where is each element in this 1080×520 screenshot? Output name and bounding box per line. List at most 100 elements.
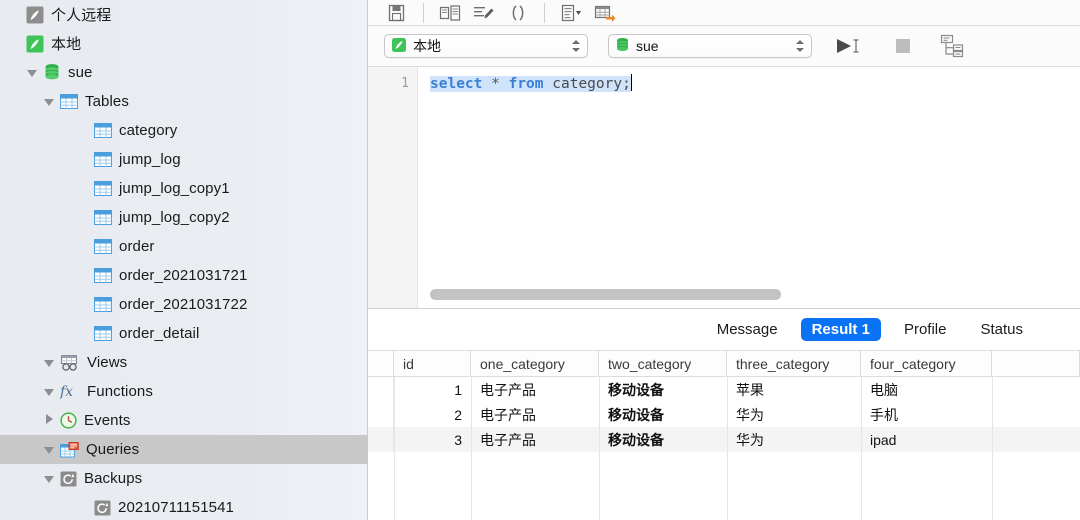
tab-message[interactable]: Message (706, 318, 789, 341)
brackets-icon[interactable] (501, 0, 535, 25)
database-icon (43, 63, 61, 82)
cell-id[interactable]: 3 (394, 427, 471, 452)
sidebar-item-tables[interactable]: Tables (0, 87, 367, 116)
cell-four_category[interactable]: 手机 (861, 402, 992, 427)
column-header-three_category[interactable]: three_category (727, 351, 861, 376)
result-grid-header[interactable]: id one_category two_category three_category… (368, 350, 1080, 377)
chevron-down-icon[interactable] (43, 95, 56, 108)
explain-plan-button[interactable] (940, 34, 966, 58)
sql-editor[interactable]: 1 select * from category; (368, 67, 1080, 308)
cell-three_category[interactable]: 华为 (727, 427, 861, 452)
chevron-down-icon[interactable] (26, 66, 39, 79)
row-header-corner (368, 351, 394, 376)
row-header-cell[interactable] (368, 402, 394, 427)
cell-two_category[interactable]: 移动设备 (599, 377, 727, 402)
cell-one_category[interactable]: 电子产品 (471, 427, 599, 452)
sidebar-item-order_2021031721[interactable]: order_2021031721 (0, 261, 367, 290)
editor-toolbar[interactable] (368, 0, 1080, 26)
connection-toolbar[interactable]: 本地 sue (368, 26, 1080, 67)
save-icon[interactable] (380, 0, 414, 25)
compare-panes-icon[interactable] (433, 0, 467, 25)
sidebar-item-label: Functions (87, 383, 153, 400)
run-query-button[interactable] (834, 36, 864, 56)
cell-three_category[interactable]: 华为 (727, 402, 861, 427)
sidebar-item-jump_log_copy1[interactable]: jump_log_copy1 (0, 174, 367, 203)
cell-one_category[interactable]: 电子产品 (471, 377, 599, 402)
cell-four_category[interactable]: ipad (861, 427, 992, 452)
document-dropdown-icon[interactable] (554, 0, 588, 25)
tab-status[interactable]: Status (969, 318, 1034, 341)
cell-id[interactable]: 1 (394, 377, 471, 402)
sidebar-item-views[interactable]: Views (0, 348, 367, 377)
sql-token-operator: * (491, 76, 500, 92)
cell-two_category[interactable]: 移动设备 (599, 427, 727, 452)
sidebar-item-label: 20210711151541 (118, 499, 234, 516)
chevron-updown-icon[interactable] (793, 36, 807, 56)
column-header-two_category[interactable]: two_category (599, 351, 727, 376)
editor-hscrollbar[interactable] (380, 289, 1080, 300)
sidebar-item-order_2021031722[interactable]: order_2021031722 (0, 290, 367, 319)
column-header-four_category[interactable]: four_category (861, 351, 992, 376)
column-header-id[interactable]: id (394, 351, 471, 376)
table-icon (94, 239, 112, 254)
object-tree-sidebar[interactable]: 个人远程 本地 sue Tables category jump_log jum… (0, 0, 368, 520)
connection-select[interactable]: 本地 (384, 34, 588, 58)
editor-hscrollbar-thumb[interactable] (430, 289, 781, 300)
tab-profile[interactable]: Profile (893, 318, 958, 341)
sidebar-item-category[interactable]: category (0, 116, 367, 145)
chevron-down-icon[interactable] (43, 443, 56, 456)
chevron-down-icon[interactable] (43, 356, 56, 369)
stop-query-button[interactable] (894, 37, 912, 55)
table-row[interactable]: 3 电子产品 移动设备 华为 ipad (368, 427, 1080, 452)
sidebar-item-sue[interactable]: sue (0, 58, 367, 87)
tab-result-1[interactable]: Result 1 (800, 318, 881, 341)
sidebar-item-functions[interactable]: fx Functions (0, 377, 367, 406)
tree-twisty-placeholder (9, 8, 22, 21)
chevron-down-icon[interactable] (43, 385, 56, 398)
sidebar-item-order[interactable]: order (0, 232, 367, 261)
sidebar-item-label: Views (87, 354, 128, 371)
table-row[interactable]: 1 电子产品 移动设备 苹果 电脑 (368, 377, 1080, 402)
export-table-icon[interactable] (588, 0, 622, 25)
column-divider (992, 377, 993, 520)
sidebar-item-jump_log_copy2[interactable]: jump_log_copy2 (0, 203, 367, 232)
sidebar-item-20210711151541[interactable]: 20210711151541 (0, 493, 367, 520)
result-tabs[interactable]: Message Result 1 Profile Status (368, 308, 1080, 350)
database-select[interactable]: sue (608, 34, 812, 58)
format-sql-icon[interactable] (467, 0, 501, 25)
cell-two_category[interactable]: 移动设备 (599, 402, 727, 427)
sql-code-area[interactable]: select * from category; (418, 67, 1080, 308)
result-grid[interactable]: id one_category two_category three_category… (368, 350, 1080, 520)
chevron-updown-icon[interactable] (569, 36, 583, 56)
cell-four_category[interactable]: 电脑 (861, 377, 992, 402)
cell-id[interactable]: 2 (394, 402, 471, 427)
sidebar-item-backups[interactable]: Backups (0, 464, 367, 493)
table-row[interactable]: 2 电子产品 移动设备 华为 手机 (368, 402, 1080, 427)
tables-folder-icon (60, 94, 78, 109)
tree-twisty-placeholder (77, 211, 90, 224)
column-header-one_category[interactable]: one_category (471, 351, 599, 376)
cell-one_category[interactable]: 电子产品 (471, 402, 599, 427)
database-select-label: sue (636, 38, 659, 54)
table-icon (94, 181, 112, 196)
line-number: 1 (401, 76, 409, 91)
cell-three_category[interactable]: 苹果 (727, 377, 861, 402)
tree-twisty-placeholder (77, 327, 90, 340)
sidebar-item-label: sue (68, 64, 93, 81)
tree-twisty-placeholder (77, 153, 90, 166)
sidebar-item-queries[interactable]: Queries (0, 435, 367, 464)
result-grid-body[interactable]: 1 电子产品 移动设备 苹果 电脑 2 电子产品 移动设备 华为 手机 3 电子产品 移动设备 华为 ipa… (368, 377, 1080, 452)
sidebar-item-[interactable]: 本地 (0, 29, 367, 58)
sql-token-plain (500, 76, 509, 92)
row-header-cell[interactable] (368, 377, 394, 402)
sidebar-item-[interactable]: 个人远程 (0, 0, 367, 29)
navicat-window: 个人远程 本地 sue Tables category jump_log jum… (0, 0, 1080, 520)
sidebar-item-jump_log[interactable]: jump_log (0, 145, 367, 174)
row-header-cell[interactable] (368, 427, 394, 452)
column-divider (599, 377, 600, 520)
sidebar-item-events[interactable]: Events (0, 406, 367, 435)
sidebar-item-order_detail[interactable]: order_detail (0, 319, 367, 348)
connection-icon-gray (26, 6, 44, 24)
chevron-right-icon[interactable] (43, 414, 56, 427)
chevron-down-icon[interactable] (43, 472, 56, 485)
